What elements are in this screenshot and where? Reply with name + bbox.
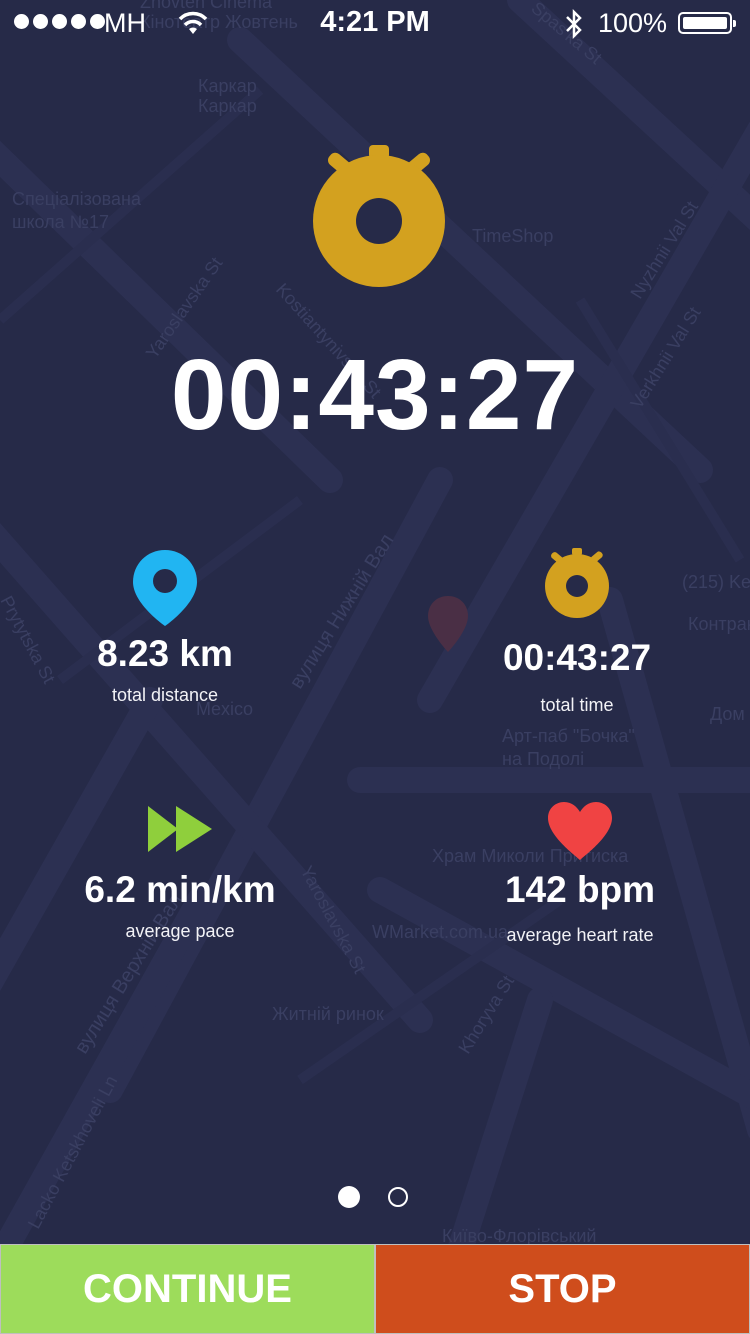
bluetooth-icon [566, 8, 582, 40]
map-label: Khoryva St [454, 972, 518, 1057]
map-label: Арт-паб "Бочка" [502, 726, 635, 746]
stat-total-time: 00:43:27 total time [477, 548, 677, 716]
map-label: Контракт [688, 614, 750, 634]
map-label: Каркар [198, 96, 257, 116]
stop-button[interactable]: STOP [375, 1244, 750, 1334]
map-label: Житній ринок [272, 1004, 384, 1024]
pace-label: average pace [125, 921, 235, 941]
fast-forward-icon [148, 806, 212, 852]
heart-rate-label: average heart rate [506, 925, 654, 945]
map-label: школа №17 [12, 212, 109, 232]
map-label: Дом [710, 704, 745, 724]
map-label: (215) Ke [682, 572, 750, 592]
time-value: 00:43:27 [502, 637, 652, 678]
page-dot-2[interactable] [388, 1187, 408, 1207]
stat-total-distance: 8.23 km total distance [60, 548, 270, 706]
map-label: Lacko Ketskhoveli Ln [24, 1072, 122, 1232]
heart-rate-value: 142 bpm [504, 869, 656, 910]
stat-average-heart-rate: 142 bpm average heart rate [470, 800, 690, 946]
distance-label: total distance [111, 685, 219, 705]
map-label: Спеціалізована [12, 189, 142, 209]
stopwatch-icon [313, 145, 445, 287]
elapsed-timer: 00:43:27 [170, 339, 580, 451]
stopwatch-icon [545, 548, 609, 618]
location-pin-icon [133, 550, 197, 626]
status-bar: MH 4:21 PM 100% [0, 0, 750, 48]
time-label: total time [540, 695, 614, 715]
stat-average-pace: 6.2 min/km average pace [50, 804, 310, 942]
map-label: Київо-Флорівський [442, 1226, 596, 1246]
battery-icon [678, 12, 736, 34]
continue-button[interactable]: CONTINUE [0, 1244, 375, 1334]
distance-value: 8.23 km [97, 633, 233, 674]
workout-screen: Kostiantynivska St Yaroslavska St Nyzhni… [0, 0, 750, 1334]
pace-value: 6.2 min/km [84, 869, 276, 910]
map-label: Каркар [198, 76, 257, 96]
heart-icon [548, 802, 612, 860]
map-label: на Подолі [502, 749, 584, 769]
page-indicator [338, 1186, 408, 1208]
battery-percentage: 100% [598, 8, 668, 38]
page-dot-1[interactable] [338, 1186, 360, 1208]
map-label: TimeShop [472, 226, 553, 246]
